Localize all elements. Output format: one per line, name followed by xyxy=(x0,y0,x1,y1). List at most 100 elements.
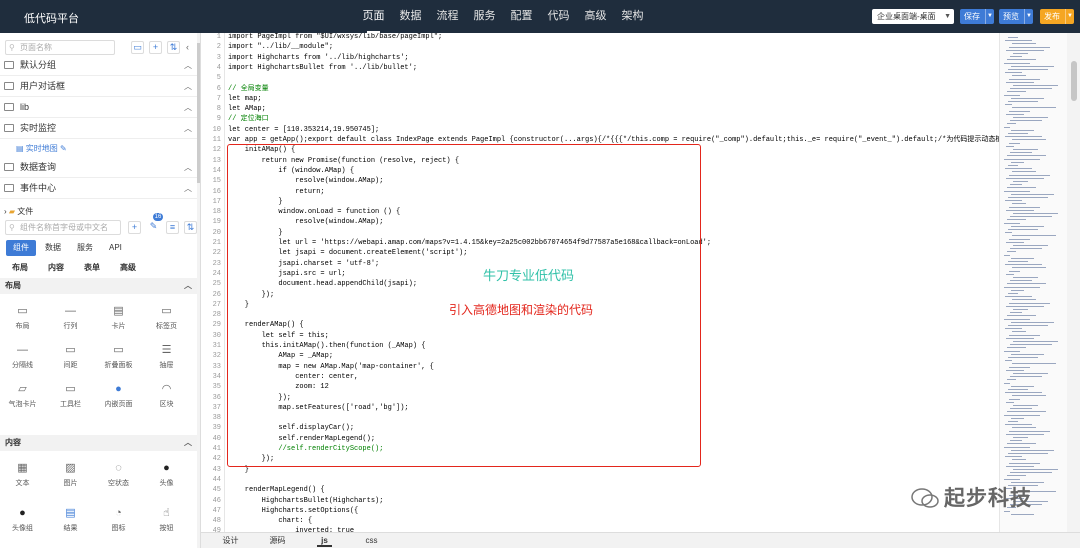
tab-design[interactable]: 设计 xyxy=(207,533,254,548)
collapse-icon[interactable]: ‹ xyxy=(186,42,189,52)
subtab-content[interactable]: 内容 xyxy=(48,262,64,273)
minimap-line xyxy=(1011,65,1054,67)
subtab-form[interactable]: 表单 xyxy=(84,262,100,273)
save-button[interactable]: 保存 ▼ xyxy=(960,9,994,24)
minimap-line xyxy=(1010,184,1022,186)
section-content[interactable]: 内容 ︿ xyxy=(0,435,198,451)
code-line[interactable]: renderMapLegend() { xyxy=(228,485,325,495)
component-spacing[interactable]: ▭ 间距 xyxy=(48,340,93,376)
editor-scrollbar[interactable] xyxy=(1067,33,1080,532)
subtab-layout[interactable]: 布局 xyxy=(12,262,28,273)
tabs-icon: ▭ xyxy=(161,305,172,317)
code-line[interactable]: let AMap; xyxy=(228,104,266,114)
chevron-down-icon[interactable]: ▼ xyxy=(985,9,994,24)
nav-data[interactable]: 数据 xyxy=(392,0,429,33)
nav-service[interactable]: 服务 xyxy=(466,0,503,33)
nav-architecture[interactable]: 架构 xyxy=(614,0,651,33)
group-lib[interactable]: lib ︿ xyxy=(0,97,198,118)
tab-components[interactable]: 组件 xyxy=(6,240,36,256)
group-query[interactable]: 数据查询 ︿ xyxy=(0,157,198,178)
environment-select[interactable]: 企业桌面端-桌面 ▼ xyxy=(872,9,954,24)
list-icon[interactable]: ≡ xyxy=(166,221,179,234)
wrench-icon[interactable]: ✎ xyxy=(147,221,160,234)
component-image[interactable]: ▨ 图片 xyxy=(48,458,93,494)
sort-icon[interactable]: ⇅ xyxy=(184,221,197,234)
component-text[interactable]: ▦ 文本 xyxy=(0,458,45,494)
section-layout[interactable]: 布局 ︿ xyxy=(0,278,198,294)
page-item-realtime-map[interactable]: ▤ 实时地图 ✎ xyxy=(16,143,67,154)
component-search-input[interactable]: ⚲ 组件名称首字母或中文名 xyxy=(5,220,121,235)
nav-config[interactable]: 配置 xyxy=(503,0,540,33)
tab-services[interactable]: 服务 xyxy=(70,240,100,256)
component-row-col[interactable]: — 行列 xyxy=(48,301,93,337)
component-drawer[interactable]: ☰ 抽屉 xyxy=(144,340,189,376)
code-line[interactable]: import Highcharts from '../lib/highchart… xyxy=(228,53,409,63)
tab-data[interactable]: 数据 xyxy=(38,240,68,256)
group-events[interactable]: 事件中心 ︿ xyxy=(0,178,198,199)
code-line[interactable]: import "../lib/__module"; xyxy=(228,42,333,52)
code-editor[interactable]: 1 2 3 4 5 6 7 8 9 10 11 12 13 14 15 16 17 18 19 20 21 22 23 24 2… xyxy=(201,33,999,532)
component-tabs[interactable]: ▭ 标签页 xyxy=(144,301,189,337)
tab-js[interactable]: js xyxy=(301,533,348,548)
nav-advanced[interactable]: 高级 xyxy=(577,0,614,33)
group-monitor[interactable]: 实时监控 ︿ xyxy=(0,118,198,139)
component-empty[interactable]: ◌ 空状态 xyxy=(96,458,141,494)
group-dialog[interactable]: 用户对话框 ︿ xyxy=(0,76,198,97)
sidebar-scrollbar[interactable] xyxy=(197,33,200,548)
component-avatar-group[interactable]: ● 头像组 xyxy=(0,503,45,539)
minimap-line xyxy=(1006,49,1044,51)
code-line[interactable]: import PageImpl from "$UI/wxsys/lib/base… xyxy=(228,33,442,42)
minimap-line xyxy=(1009,398,1020,400)
component-icon[interactable]: ◔ 图标 xyxy=(96,503,141,539)
tab-source[interactable]: 源码 xyxy=(254,533,301,548)
code-line[interactable]: let center = [110.353214,19.950745]; xyxy=(228,125,379,135)
component-embedded-page[interactable]: ● 内嵌页面 xyxy=(96,379,141,415)
add-icon[interactable]: + xyxy=(128,221,141,234)
minimap-line xyxy=(1012,459,1026,461)
nav-flow[interactable]: 流程 xyxy=(429,0,466,33)
chevron-up-icon: ︿ xyxy=(184,61,192,70)
code-line[interactable]: chart: { xyxy=(228,516,312,526)
code-line[interactable]: Highcharts.setOptions({ xyxy=(228,506,359,516)
line-number: 48 xyxy=(212,517,221,526)
line-number: 9 xyxy=(216,115,221,124)
code-line[interactable]: HighchartsBullet(Highcharts); xyxy=(228,496,384,506)
minimap-line xyxy=(1008,229,1038,230)
file-tree-root[interactable]: › ▰ 文件 xyxy=(4,206,33,217)
component-toolbar[interactable]: ▭ 工具栏 xyxy=(48,379,93,415)
tab-css[interactable]: css xyxy=(348,533,395,548)
new-folder-icon[interactable]: ▭ xyxy=(131,41,144,54)
edit-icon[interactable]: ✎ xyxy=(60,144,67,153)
group-default[interactable]: 默认分组 ︿ xyxy=(0,55,198,76)
code-line[interactable]: import HighchartsBullet from '../lib/bul… xyxy=(228,63,417,73)
minimap-line xyxy=(1010,248,1042,250)
preview-button[interactable]: 预览 ▼ xyxy=(999,9,1033,24)
component-result[interactable]: ▤ 结果 xyxy=(48,503,93,539)
minimap-line xyxy=(1005,232,1012,234)
component-block[interactable]: ◠ 区块 xyxy=(144,379,189,415)
minimap-line xyxy=(1008,357,1038,358)
nav-page[interactable]: 页面 xyxy=(355,0,392,33)
chevron-down-icon[interactable]: ▼ xyxy=(1024,9,1033,24)
publish-button[interactable]: 发布 ▼ xyxy=(1040,9,1074,24)
component-divider[interactable]: — 分隔线 xyxy=(0,340,45,376)
line-number: 3 xyxy=(216,53,221,62)
tab-api[interactable]: API xyxy=(102,240,129,256)
component-collapse[interactable]: ▭ 折叠面板 xyxy=(96,340,141,376)
code-line[interactable]: // 定位海口 xyxy=(228,114,269,124)
add-icon[interactable]: + xyxy=(149,41,162,54)
nav-code[interactable]: 代码 xyxy=(540,0,577,33)
component-avatar[interactable]: ● 头像 xyxy=(144,458,189,494)
code-line[interactable]: // 全局变量 xyxy=(228,84,269,94)
code-line[interactable]: let map; xyxy=(228,94,262,104)
sort-icon[interactable]: ⇅ xyxy=(167,41,180,54)
subtab-advanced[interactable]: 高级 xyxy=(120,262,136,273)
component-popover[interactable]: ▱ 气泡卡片 xyxy=(0,379,45,415)
component-button[interactable]: ☝ 按钮 xyxy=(144,503,189,539)
chevron-down-icon[interactable]: ▼ xyxy=(1065,9,1074,24)
page-search-input[interactable]: ⚲ 页面名称 xyxy=(5,40,115,55)
code-minimap[interactable] xyxy=(999,33,1067,532)
component-layout[interactable]: ▭ 布局 xyxy=(0,301,45,337)
component-card[interactable]: ▤ 卡片 xyxy=(96,301,141,337)
group-label: lib xyxy=(20,102,30,112)
